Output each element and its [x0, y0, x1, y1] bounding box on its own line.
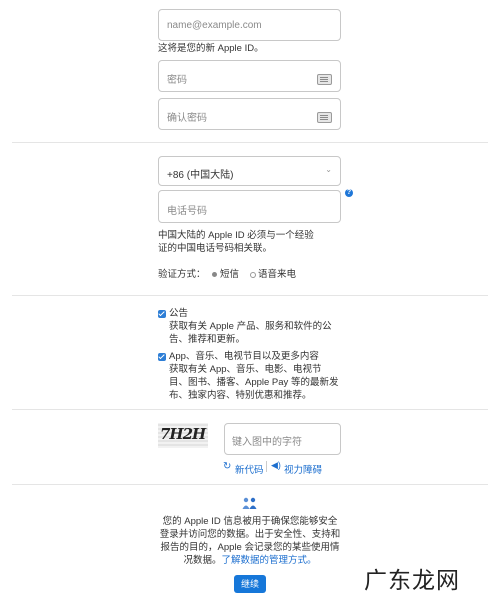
- announcements-checkbox[interactable]: [158, 310, 166, 318]
- keyboard-icon: [317, 112, 332, 123]
- help-icon[interactable]: ?: [345, 189, 353, 197]
- phone-note-line1: 中国大陆的 Apple ID 必须与一个经验: [158, 230, 314, 241]
- confirm-password-field[interactable]: 确认密码: [158, 98, 341, 130]
- announcements-desc: 告、推荐和更新。: [169, 334, 246, 345]
- content-desc: 布、独家内容、特别优惠和推荐。: [169, 390, 312, 401]
- privacy-line: 报告的目的，Apple 会记录您的某些使用情: [160, 542, 340, 553]
- radio-voice[interactable]: [250, 272, 256, 278]
- captcha-placeholder: 键入图中的字符: [232, 437, 302, 448]
- refresh-icon: ↻: [223, 461, 232, 472]
- privacy-line: 登录并访问您的数据。出于安全性、支持和: [159, 529, 341, 540]
- separator: [266, 461, 267, 472]
- phone-number-field[interactable]: 电话号码: [158, 190, 341, 223]
- verify-label: 验证方式：: [158, 269, 206, 280]
- verify-sms-label: 短信: [220, 269, 240, 280]
- email-field[interactable]: name@example.com: [158, 9, 341, 41]
- email-placeholder: name@example.com: [167, 20, 262, 31]
- keyboard-icon: [317, 74, 332, 85]
- phone-note-line2: 证的中国电话号码相关联。: [158, 243, 273, 254]
- privacy-link[interactable]: 了解数据的管理方式。: [222, 555, 317, 566]
- divider: [12, 142, 488, 143]
- country-value: +86 (中国大陆): [167, 170, 234, 181]
- divider: [12, 484, 488, 485]
- new-code-link[interactable]: 新代码: [235, 462, 264, 476]
- verify-voice-label: 语音来电: [258, 269, 297, 280]
- announcements-desc: 获取有关 Apple 产品、服务和软件的公: [169, 321, 332, 332]
- captcha-input[interactable]: 键入图中的字符: [224, 423, 341, 455]
- radio-sms[interactable]: [212, 272, 217, 277]
- watermark-logo: 广东龙网: [364, 568, 460, 594]
- confirm-password-placeholder: 确认密码: [167, 113, 207, 124]
- divider: [12, 295, 488, 296]
- continue-button[interactable]: 继续: [234, 575, 266, 593]
- vision-impaired-link[interactable]: 视力障碍: [284, 462, 322, 476]
- password-placeholder: 密码: [167, 75, 187, 86]
- captcha-image: 7H2H: [158, 423, 208, 448]
- email-hint: 这将是您的新 Apple ID。: [158, 43, 264, 54]
- privacy-last-text: 况数据。: [183, 555, 222, 566]
- password-field[interactable]: 密码: [158, 60, 341, 92]
- speaker-icon: ◀): [271, 460, 281, 470]
- content-title: App、音乐、电视节目以及更多内容: [169, 351, 319, 362]
- divider: [12, 409, 488, 410]
- country-select[interactable]: +86 (中国大陆) ⌄: [158, 156, 341, 186]
- phone-placeholder: 电话号码: [167, 206, 207, 217]
- content-checkbox[interactable]: [158, 353, 166, 361]
- announcements-title: 公告: [169, 308, 189, 319]
- privacy-icon: [241, 496, 259, 510]
- content-desc: 获取有关 App、音乐、电影、电视节: [169, 364, 322, 375]
- content-desc: 目、图书、播客、Apple Pay 等的最新发: [169, 377, 339, 388]
- chevron-down-icon: ⌄: [325, 165, 332, 174]
- captcha-text: 7H2H: [160, 425, 206, 443]
- privacy-line: 您的 Apple ID 信息被用于确保您能够安全: [162, 516, 338, 527]
